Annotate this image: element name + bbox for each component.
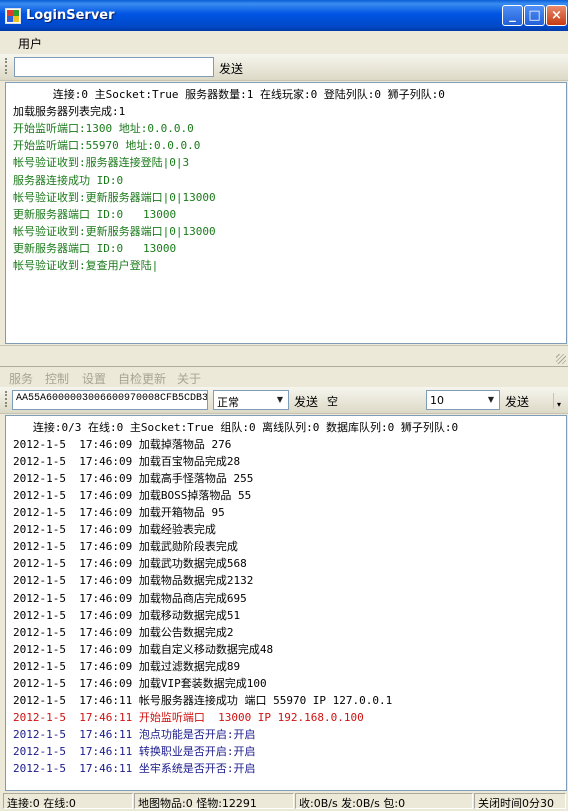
window-title: LoginServer: [26, 8, 115, 23]
menu-item[interactable]: 设置: [82, 370, 106, 387]
count-select-value: 10: [430, 394, 444, 407]
log-line: 2012-1-5 17:46:09 加载物品数据完成2132: [13, 574, 254, 588]
log-line: 2012-1-5 17:46:09 加载开箱物品 95: [13, 506, 225, 520]
log-line: 2012-1-5 17:46:11 转换职业是否开启:开启: [13, 744, 256, 758]
dropdown-arrow-icon: ▼: [276, 395, 284, 404]
menu-user[interactable]: 用户: [18, 35, 42, 52]
menu-bar-2: 服务 控制 设置 自检更新 关于: [0, 367, 568, 387]
send-button-2[interactable]: 发送: [505, 393, 529, 410]
log-line: 连接:0 主Socket:True 服务器数量:1 在线玩家:0 登陆列队:0 …: [13, 88, 445, 101]
status-bar-bottom: 连接:0 在线:0 地图物品:0 怪物:12291 收:0B/s 发:0B/s …: [0, 791, 568, 811]
log-line: 2012-1-5 17:46:11 泡点功能是否开启:开启: [13, 727, 256, 741]
log-line: 2012-1-5 17:46:11 开始监听端口 13000 IP 192.16…: [13, 710, 364, 724]
log-line: 加载服务器列表完成:1: [13, 105, 126, 119]
game-server-window: 服务 控制 设置 自检更新 关于 AA55A6000003006600970008CFB…: [0, 366, 568, 811]
resize-grip-icon[interactable]: [556, 354, 566, 364]
status-close-time: 关闭时间0分30: [474, 793, 566, 809]
log-line: 2012-1-5 17:46:09 加载移动数据完成51: [13, 608, 241, 622]
log-line: 2012-1-5 17:46:09 加载武功数据完成568: [13, 557, 247, 571]
mode-select[interactable]: 正常 ▼: [213, 390, 289, 410]
send-button-top[interactable]: 发送: [219, 60, 243, 77]
log-line: 帐号验证收到:复查用户登陆|: [13, 259, 159, 272]
log-line: 2012-1-5 17:46:09 加载VIP套装数据完成100: [13, 676, 267, 690]
toolbar-grip[interactable]: [5, 391, 10, 407]
command-input[interactable]: [14, 57, 214, 77]
account-log-panel[interactable]: 连接:0 主Socket:True 服务器数量:1 在线玩家:0 登陆列队:0 …: [5, 82, 567, 344]
minimize-button[interactable]: _: [502, 5, 523, 26]
log-line: 开始监听端口:1300 地址:0.0.0.0: [13, 122, 194, 136]
log-line: 连接:0/3 在线:0 主Socket:True 组队:0 离线队列:0 数据库…: [13, 421, 459, 434]
mode-select-value: 正常: [217, 396, 239, 409]
send-button-1[interactable]: 发送: [294, 393, 318, 410]
app-icon: [5, 8, 21, 24]
toolbar-grip[interactable]: [5, 58, 10, 74]
menu-item[interactable]: 关于: [177, 370, 201, 387]
log-line: 2012-1-5 17:46:09 加载自定义移动数据完成48: [13, 642, 274, 656]
count-select[interactable]: 10 ▼: [426, 390, 500, 410]
dropdown-arrow-icon: ▼: [487, 395, 495, 404]
status-map-items: 地图物品:0 怪物:12291: [134, 793, 294, 809]
log-line: 2012-1-5 17:46:09 加载BOSS掉落物品 55: [13, 489, 252, 503]
menu-item[interactable]: 自检更新: [118, 370, 166, 387]
maximize-button[interactable]: □: [524, 5, 545, 26]
toolbar-top: 发送: [0, 54, 568, 81]
status-network: 收:0B/s 发:0B/s 包:0: [295, 793, 473, 809]
log-line: 开始监听端口:55970 地址:0.0.0.0: [13, 139, 201, 153]
title-bar[interactable]: LoginServer _ □ ×: [0, 0, 568, 31]
status-connections: 连接:0 在线:0: [3, 793, 133, 809]
log-line: 2012-1-5 17:46:09 加载公告数据完成2: [13, 625, 234, 639]
game-log-panel[interactable]: 连接:0/3 在线:0 主Socket:True 组队:0 离线队列:0 数据库…: [5, 415, 567, 791]
log-line: 2012-1-5 17:46:11 帐号服务器连接成功 端口 55970 IP …: [13, 693, 393, 707]
log-line: 服务器连接成功 ID:0: [13, 173, 124, 187]
log-line: 2012-1-5 17:46:11 坐牢系统是否开否:开启: [13, 762, 256, 775]
log-line: 2012-1-5 17:46:09 加载经验表完成: [13, 523, 216, 537]
menu-item[interactable]: 服务: [9, 370, 33, 387]
close-button[interactable]: ×: [546, 5, 567, 26]
menu-item[interactable]: 控制: [45, 370, 69, 387]
log-line: 2012-1-5 17:46:09 加载百宝物品完成28: [13, 455, 241, 469]
log-line: 2012-1-5 17:46:09 加载过滤数据完成89: [13, 659, 241, 673]
status-bar-top: [0, 345, 568, 366]
text-input[interactable]: 空: [323, 390, 423, 410]
toolbar-bottom: AA55A6000003006600970008CFB5CDB3C 正常 ▼ 发…: [0, 387, 568, 414]
toolbar-overflow-icon[interactable]: ▾: [553, 393, 564, 409]
log-line: 2012-1-5 17:46:09 加载物品商店完成695: [13, 591, 247, 605]
log-line: 2012-1-5 17:46:09 加载高手怪落物品 255: [13, 472, 254, 486]
log-line: 2012-1-5 17:46:09 加载武勋阶段表完成: [13, 540, 238, 554]
log-line: 2012-1-5 17:46:09 加载掉落物品 276: [13, 438, 232, 452]
log-line: 更新服务器端口 ID:0 13000: [13, 241, 177, 255]
log-line: 帐号验证收到:更新服务器端口|0|13000: [13, 190, 216, 204]
packet-hex-input[interactable]: AA55A6000003006600970008CFB5CDB3C: [12, 390, 208, 410]
log-line: 帐号验证收到:更新服务器端口|0|13000: [13, 224, 216, 238]
log-line: 更新服务器端口 ID:0 13000: [13, 207, 177, 221]
log-line: 帐号验证收到:服务器连接登陆|0|3: [13, 156, 190, 170]
login-server-window: LoginServer _ □ × 用户 发送 连接:0 主Socket:Tru…: [0, 0, 568, 366]
menu-bar: 用户: [0, 31, 568, 53]
